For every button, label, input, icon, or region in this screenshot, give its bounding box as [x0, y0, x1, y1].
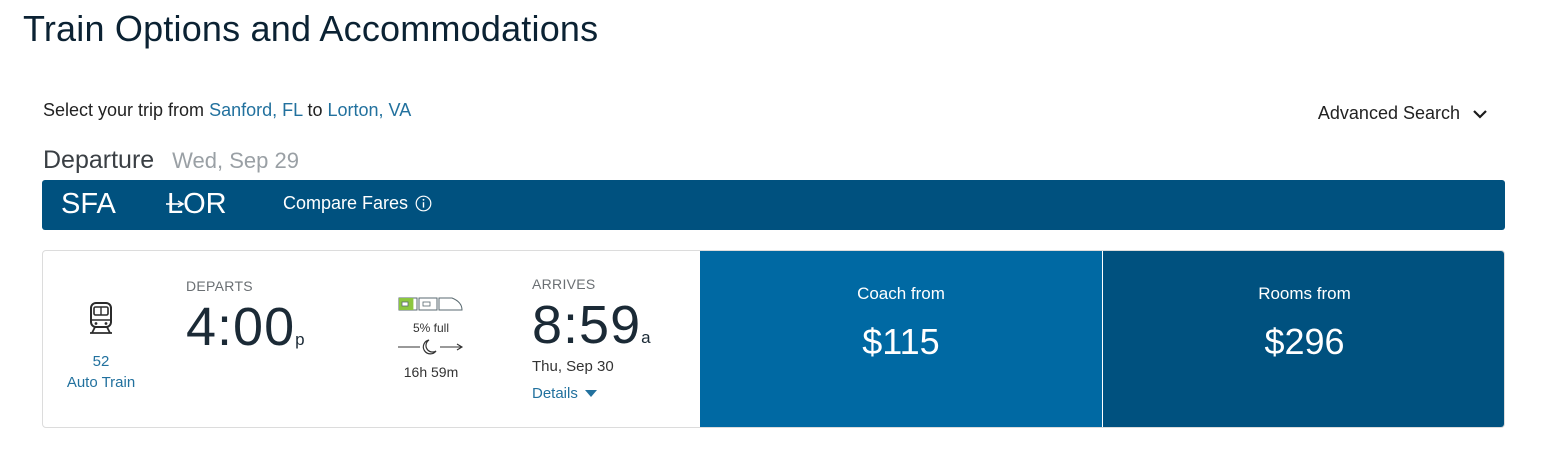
- advanced-search-toggle[interactable]: Advanced Search: [1318, 103, 1488, 124]
- arrive-time-value: 8:59: [532, 295, 642, 355]
- trip-duration: 16h 59m: [403, 364, 459, 380]
- destination-link[interactable]: Lorton, VA: [328, 100, 412, 120]
- caret-down-icon: [584, 389, 597, 397]
- train-result-card: 52 Auto Train DEPARTS 4:00p 5% full 16h …: [42, 250, 1505, 428]
- depart-time-value: 4:00: [186, 297, 296, 357]
- trip-connector: to: [307, 100, 323, 120]
- origin-code: SFA: [61, 188, 116, 220]
- trip-prefix: Select your trip from: [43, 100, 205, 120]
- rooms-fare-label: Rooms from: [1258, 284, 1351, 303]
- occupancy-icon: [398, 297, 463, 311]
- chevron-down-icon: [1473, 109, 1487, 119]
- details-label: Details: [532, 385, 578, 402]
- departs-label: DEPARTS: [186, 278, 253, 294]
- rooms-fare-button[interactable]: Rooms from $296: [1103, 251, 1504, 427]
- arrive-date: Thu, Sep 30: [532, 358, 614, 375]
- departure-heading: Departure Wed, Sep 29: [43, 146, 299, 175]
- details-toggle[interactable]: Details: [532, 385, 597, 402]
- compare-fares-link[interactable]: Compare Fares: [283, 193, 432, 214]
- trip-capacity: 5% full 16h 59m: [383, 297, 479, 380]
- info-icon[interactable]: [415, 195, 432, 212]
- departure-label: Departure: [43, 146, 155, 174]
- advanced-search-label: Advanced Search: [1317, 103, 1460, 123]
- train-icon: [90, 302, 112, 334]
- coach-fare-label: Coach from: [857, 284, 945, 303]
- arrives-label: ARRIVES: [532, 276, 596, 292]
- train-name[interactable]: Auto Train: [43, 374, 159, 391]
- occupancy-text: 5% full: [412, 321, 450, 335]
- page-title: Train Options and Accommodations: [23, 8, 599, 49]
- coach-fare-button[interactable]: Coach from $115: [700, 251, 1102, 427]
- coach-fare-price: $115: [862, 321, 940, 362]
- arrive-ampm: a: [641, 328, 651, 347]
- moon-icon: [398, 339, 464, 355]
- route-bar: SFA LOR Compare Fares: [42, 180, 1505, 230]
- departure-date: Wed, Sep 29: [172, 148, 299, 173]
- rooms-fare-price: $296: [1264, 321, 1345, 362]
- compare-fares-label: Compare Fares: [283, 193, 409, 213]
- trip-summary: Select your trip from Sanford, FL to Lor…: [43, 100, 411, 121]
- destination-code: LOR: [167, 188, 227, 220]
- arrive-time: 8:59a: [532, 294, 651, 356]
- origin-link[interactable]: Sanford, FL: [209, 100, 302, 120]
- train-number[interactable]: 52: [43, 353, 159, 370]
- depart-time: 4:00p: [186, 296, 305, 358]
- depart-ampm: p: [295, 330, 305, 349]
